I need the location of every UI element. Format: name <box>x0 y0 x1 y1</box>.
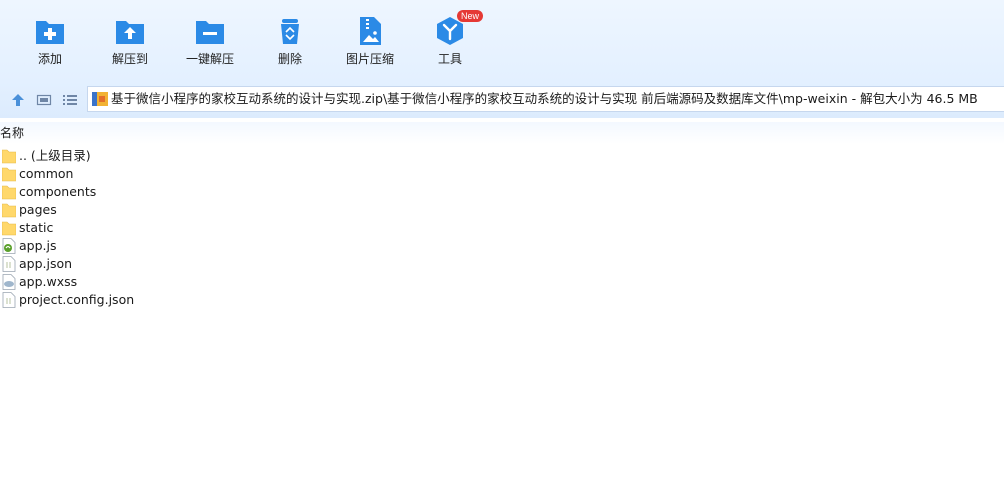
new-badge: New <box>457 10 484 22</box>
file-name: app.json <box>19 256 73 271</box>
file-name: .. (上级目录) <box>19 148 91 163</box>
delete-button[interactable]: 删除 <box>255 16 325 67</box>
list-item[interactable]: pages <box>0 201 1004 219</box>
column-header[interactable]: 名称 <box>0 122 1004 144</box>
file-list: .. (上级目录) common components pages static… <box>0 147 1004 309</box>
recycle-bin-icon <box>281 19 299 44</box>
file-name: common <box>19 166 74 181</box>
list-item[interactable]: static <box>0 219 1004 237</box>
one-click-extract-label: 一键解压 <box>185 52 234 66</box>
image-compress-label: 图片压缩 <box>345 52 394 66</box>
file-name: app.js <box>19 238 57 253</box>
list-item[interactable]: .. (上级目录) <box>0 147 1004 165</box>
json-file-icon <box>2 256 16 272</box>
list-item[interactable]: app.json <box>0 255 1004 273</box>
folder-icon <box>2 203 16 218</box>
image-compress-button[interactable]: 图片压缩 <box>335 16 405 67</box>
one-click-extract-icon <box>196 21 224 44</box>
folder-icon <box>2 167 16 182</box>
list-item[interactable]: app.js <box>0 237 1004 255</box>
extract-to-button[interactable]: 解压到 <box>95 16 165 67</box>
file-name: pages <box>19 202 57 217</box>
one-click-extract-button[interactable]: 一键解压 <box>175 16 245 67</box>
column-name[interactable]: 名称 <box>0 122 24 144</box>
address-path: 基于微信小程序的家校互动系统的设计与实现.zip\基于微信小程序的家校互动系统的… <box>111 91 978 106</box>
extract-to-label: 解压到 <box>111 52 148 66</box>
add-button[interactable]: 添加 <box>15 16 85 67</box>
delete-label: 删除 <box>277 52 302 66</box>
up-arrow-icon[interactable] <box>10 92 26 108</box>
image-compress-icon <box>360 17 381 45</box>
address-bar[interactable]: 基于微信小程序的家校互动系统的设计与实现.zip\基于微信小程序的家校互动系统的… <box>87 86 1004 112</box>
file-name: static <box>19 220 54 235</box>
file-name: components <box>19 184 97 199</box>
tools-label: 工具 <box>437 52 462 66</box>
json-file-icon <box>2 292 16 308</box>
view-list-icon[interactable] <box>62 92 78 108</box>
view-thumbnail-icon[interactable] <box>36 92 52 108</box>
extract-to-icon <box>116 21 144 44</box>
address-row: 基于微信小程序的家校互动系统的设计与实现.zip\基于微信小程序的家校互动系统的… <box>0 82 1004 118</box>
wxss-file-icon <box>2 274 16 290</box>
add-label: 添加 <box>37 52 62 66</box>
file-name: app.wxss <box>19 274 78 289</box>
zip-archive-icon <box>92 92 108 106</box>
list-item[interactable]: app.wxss <box>0 273 1004 291</box>
list-item[interactable]: common <box>0 165 1004 183</box>
folder-icon <box>2 221 16 236</box>
list-item[interactable]: project.config.json <box>0 291 1004 309</box>
add-archive-icon <box>36 21 64 44</box>
folder-icon <box>2 185 16 200</box>
file-name: project.config.json <box>19 292 135 307</box>
list-item[interactable]: components <box>0 183 1004 201</box>
folder-icon <box>2 149 16 164</box>
toolbar: 添加 解压到 一键解压 删除 图片压缩 New 工具 <box>0 0 1004 82</box>
tools-button[interactable]: New 工具 <box>415 10 485 67</box>
js-file-icon <box>2 238 16 254</box>
